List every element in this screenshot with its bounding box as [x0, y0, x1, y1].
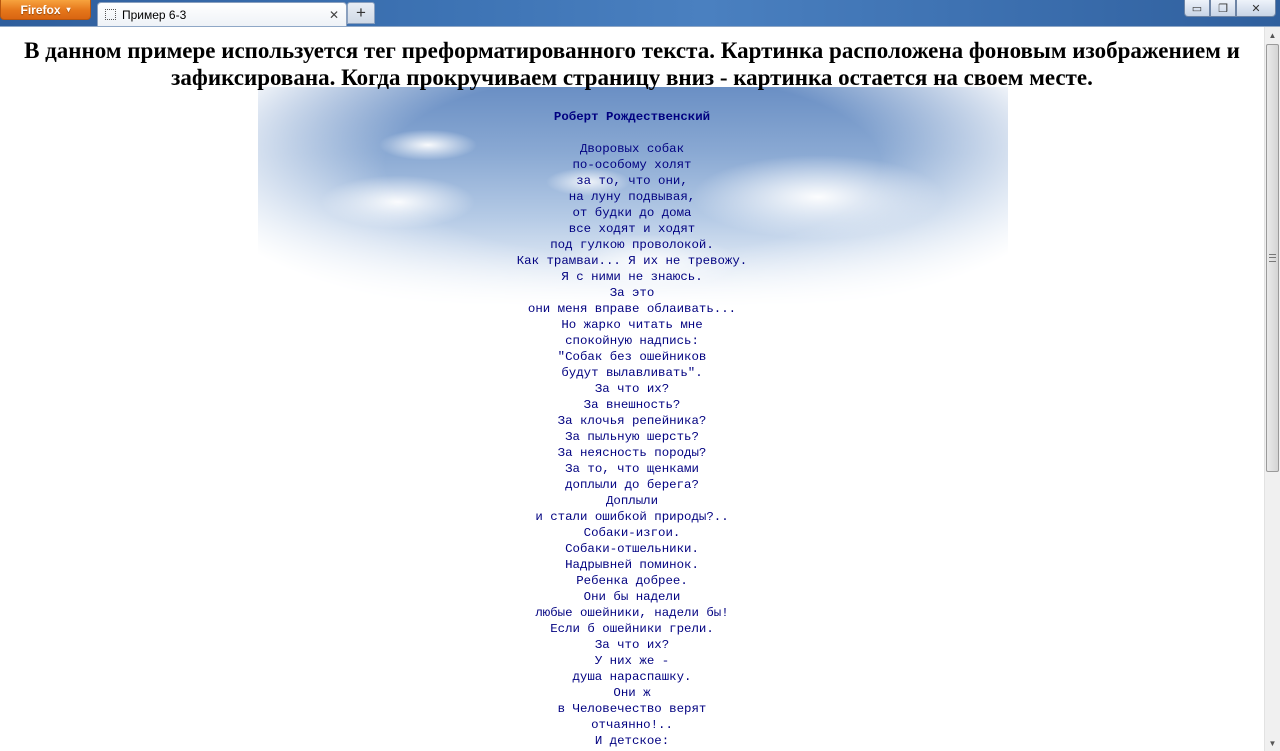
scroll-down-arrow-icon[interactable]: ▼: [1265, 735, 1280, 751]
firefox-menu-label: Firefox: [20, 2, 61, 17]
poem-line: У них же -: [594, 654, 670, 668]
poem-line: отчаянно!..: [591, 718, 673, 732]
new-tab-button[interactable]: +: [347, 2, 375, 24]
poem-line: любые ошейники, надели бы!: [535, 606, 729, 620]
tab-active[interactable]: Пример 6-3 ✕: [97, 2, 347, 26]
poem-line: Но жарко читать мне: [561, 318, 703, 332]
poem-blank-line: [0, 125, 1264, 141]
poem-line: За пыльную шерсть?: [565, 430, 699, 444]
poem-line: За что их?: [594, 638, 670, 652]
poem-line: Если б ошейники грели.: [550, 622, 714, 636]
poem-line: За внешность?: [583, 398, 681, 412]
poem-line: от будки до дома: [572, 206, 692, 220]
poem-line: Ребенка добрее.: [576, 574, 688, 588]
poem-line: И детское:: [594, 734, 670, 748]
browser-toolbar: Firefox ▾ Пример 6-3 ✕ + ▭ ❐ ✕: [0, 0, 1280, 27]
poem-line: и стали ошибкой природы?..: [535, 510, 729, 524]
scroll-up-arrow-icon[interactable]: ▲: [1265, 27, 1280, 43]
vertical-scrollbar[interactable]: ▲ ▼: [1264, 27, 1280, 751]
poem-line: За неясность породы?: [557, 446, 707, 460]
poem-line: Я с ними не знаюсь.: [561, 270, 703, 284]
poem-line: Собаки-изгои.: [583, 526, 681, 540]
poem-line: Как трамваи... Я их не тревожу.: [516, 254, 748, 268]
poem-line: в Человечество верят: [557, 702, 707, 716]
poem-line: Дворовых собак: [579, 142, 685, 156]
poem-line: За клочья репейника?: [557, 414, 707, 428]
poem-line: на луну подвывая,: [568, 190, 696, 204]
poem-line: Они бы надели: [583, 590, 681, 604]
poem-line: за то, что они,: [576, 174, 688, 188]
minimize-button[interactable]: ▭: [1184, 0, 1210, 17]
poem-line: "Собак без ошейников: [557, 350, 707, 364]
poem-line: все ходят и ходят: [568, 222, 696, 236]
poem-line: Они ж: [613, 686, 651, 700]
poem-author: Роберт Рождественский: [553, 110, 711, 124]
page-favicon-icon: [105, 9, 116, 20]
poem-line: Доплыли: [605, 494, 659, 508]
poem-line: Надрывней поминок.: [565, 558, 699, 572]
poem-line: они меня вправе облаивать...: [527, 302, 737, 316]
poem-line: За то, что щенками: [565, 462, 699, 476]
poem-line: под гулкою проволокой.: [550, 238, 714, 252]
poem-line: по-особому холят: [572, 158, 692, 172]
poem-line: будут вылавливать".: [561, 366, 703, 380]
page-heading: В данном примере используется тег префор…: [24, 38, 1240, 90]
poem-line: душа нараспашку.: [572, 670, 692, 684]
poem-preformatted: Роберт Рождественский Дворовых собак по-о…: [0, 109, 1264, 749]
grip-icon: [1269, 254, 1276, 262]
tab-title: Пример 6-3: [122, 7, 187, 22]
poem-line: доплыли до берега?: [565, 478, 699, 492]
page-viewport: В данном примере используется тег префор…: [0, 27, 1264, 751]
poem-line: За это: [609, 286, 655, 300]
window-controls: ▭ ❐ ✕: [1184, 0, 1276, 17]
tab-close-icon[interactable]: ✕: [326, 8, 342, 22]
restore-button[interactable]: ❐: [1210, 0, 1236, 17]
firefox-menu-button[interactable]: Firefox ▾: [0, 0, 91, 20]
chevron-down-icon: ▾: [66, 5, 71, 14]
poem-line: За что их?: [594, 382, 670, 396]
poem-line: спокойную надпись:: [565, 334, 699, 348]
close-window-button[interactable]: ✕: [1236, 0, 1276, 17]
poem-line: Собаки-отшельники.: [565, 542, 699, 556]
scrollbar-thumb[interactable]: [1266, 44, 1279, 472]
